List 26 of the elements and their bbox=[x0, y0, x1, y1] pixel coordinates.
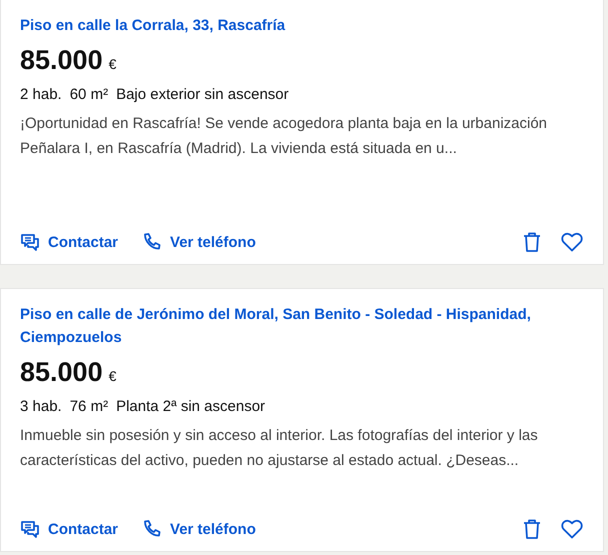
contact-button[interactable]: Contactar bbox=[20, 520, 118, 538]
feature-text: 3 hab. bbox=[20, 398, 62, 415]
feature-text: Planta 2ª sin ascensor bbox=[116, 398, 266, 415]
description: Inmueble sin posesión y sin acceso al interior. Las fotografías del interior y las características del activo, pueden no ajustarse al estado actual. ¿Deseas... bbox=[20, 426, 539, 471]
listing-title[interactable]: Piso en calle de Jerónimo del Moral, San Benito - Soledad - Hispanidad, Ciempozuelos bbox=[20, 303, 583, 349]
favorite-button[interactable] bbox=[561, 232, 583, 252]
phone-icon bbox=[142, 519, 162, 539]
favorite-button[interactable] bbox=[561, 519, 583, 539]
feature-text: 76 m² bbox=[70, 398, 108, 415]
currency: € bbox=[108, 368, 116, 384]
phone-icon bbox=[142, 232, 162, 252]
price: 85.000 bbox=[20, 357, 103, 388]
feature-text: Bajo exterior sin ascensor bbox=[116, 86, 289, 103]
description: ¡Oportunidad en Rascafría! Se vende acogedora planta baja en la urbanización Peñalara I, en Rascafría (Madrid). La vivienda está situada en u... bbox=[20, 114, 548, 159]
feature-text: 60 m² bbox=[70, 86, 108, 103]
contact-button[interactable]: Contactar bbox=[20, 233, 118, 251]
chat-icon bbox=[20, 520, 40, 538]
phone-button[interactable]: Ver teléfono bbox=[142, 232, 256, 252]
feature-text: 2 hab. bbox=[20, 86, 62, 103]
phone-button[interactable]: Ver teléfono bbox=[142, 519, 256, 539]
chat-icon bbox=[20, 233, 40, 251]
price: 85.000 bbox=[20, 45, 103, 76]
delete-button[interactable] bbox=[523, 232, 541, 252]
listing-title[interactable]: Piso en calle la Corrala, 33, Rascafría bbox=[20, 14, 583, 37]
currency: € bbox=[108, 56, 116, 72]
delete-button[interactable] bbox=[523, 519, 541, 539]
